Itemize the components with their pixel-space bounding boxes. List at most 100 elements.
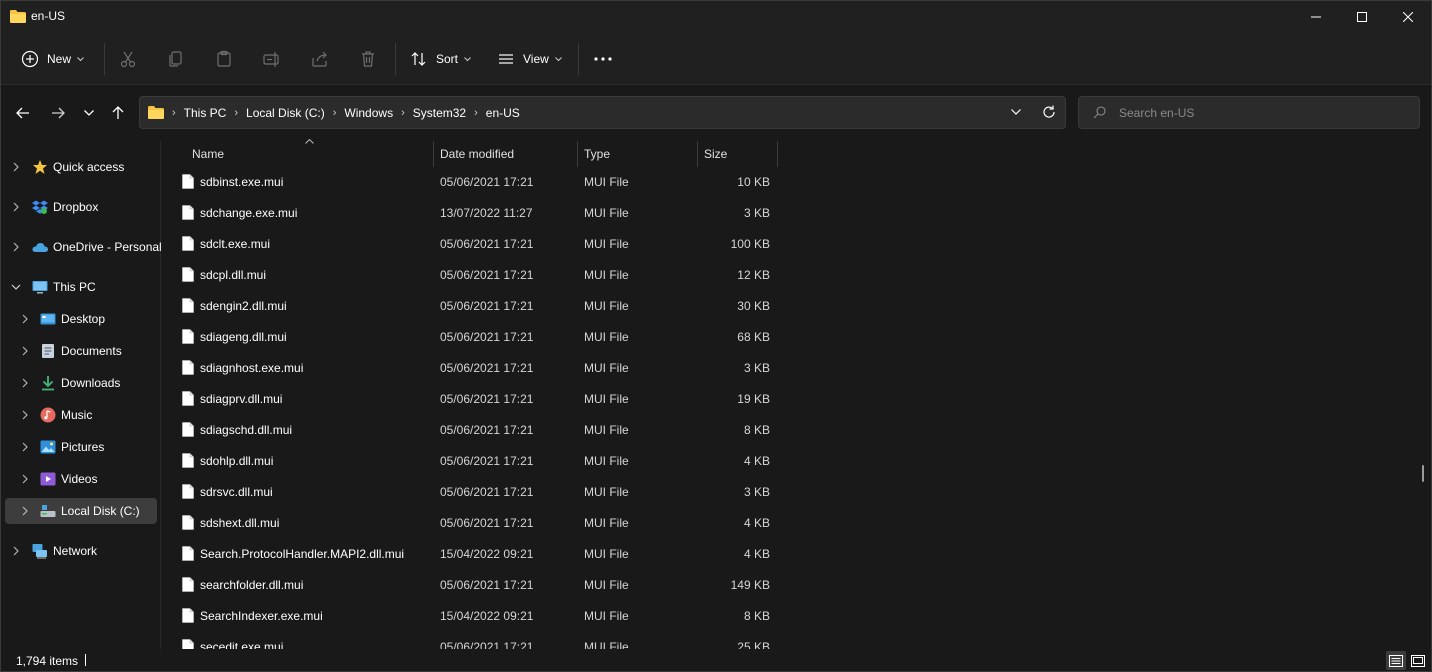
chevron-right-icon[interactable]: › (172, 107, 176, 119)
up-button[interactable] (106, 101, 130, 125)
rename-icon[interactable] (262, 49, 282, 69)
sidebar-item-music[interactable]: Music (5, 402, 157, 428)
crumb-system32[interactable]: System32 (413, 106, 466, 120)
file-size: 30 KB (737, 299, 770, 313)
chevron-right-icon[interactable]: › (234, 107, 238, 119)
sidebar-item-documents[interactable]: Documents (5, 338, 157, 364)
table-row[interactable]: sdiagnhost.exe.mui 05/06/2021 17:21 MUI Fi… (171, 353, 781, 384)
table-row[interactable]: searchfolder.dll.mui 05/06/2021 17:21 MUI … (171, 570, 781, 601)
minimize-button[interactable] (1293, 1, 1339, 33)
search-input[interactable]: Search en-US (1078, 96, 1420, 129)
chevron-down-icon[interactable] (11, 282, 21, 292)
copy-icon[interactable] (166, 49, 186, 69)
file-size: 12 KB (737, 268, 770, 282)
crumb-this-pc[interactable]: This PC (184, 106, 227, 120)
videos-icon (40, 472, 56, 486)
sidebar-item-pictures[interactable]: Pictures (5, 434, 157, 460)
large-icons-view-button[interactable] (1408, 651, 1428, 670)
table-row[interactable]: sdbinst.exe.mui 05/06/2021 17:21 MUI File 1… (171, 167, 781, 198)
table-row[interactable]: sdiageng.dll.mui 05/06/2021 17:21 MUI File… (171, 322, 781, 353)
table-row[interactable]: sdrsvc.dll.mui 05/06/2021 17:21 MUI File 3 … (171, 477, 781, 508)
file-size: 3 KB (743, 485, 770, 499)
cut-icon[interactable] (118, 49, 138, 69)
documents-icon (42, 344, 54, 358)
arrow-right-icon (52, 107, 65, 119)
table-row[interactable]: SearchIndexer.exe.mui 15/04/2022 09:21 MUI… (171, 601, 781, 632)
close-button[interactable] (1385, 1, 1431, 33)
vertical-scrollbar[interactable] (1422, 465, 1424, 482)
title-bar[interactable]: en-US (1, 1, 1431, 33)
chevron-right-icon[interactable]: › (333, 107, 337, 119)
sidebar-item-dropbox[interactable]: Dropbox (5, 194, 157, 220)
crumb-local-disk[interactable]: Local Disk (C:) (246, 106, 325, 120)
chevron-right-icon[interactable] (11, 242, 21, 252)
chevron-right-icon[interactable]: › (474, 107, 478, 119)
table-row[interactable]: sdclt.exe.mui 05/06/2021 17:21 MUI File 100… (171, 229, 781, 260)
chevron-right-icon[interactable] (20, 410, 30, 420)
sidebar-item-local-disk[interactable]: Local Disk (C:) (5, 498, 157, 524)
chevron-right-icon[interactable] (20, 314, 30, 324)
crumb-en-us[interactable]: en-US (486, 106, 520, 120)
column-header-size[interactable]: Size (698, 141, 777, 167)
chevron-right-icon[interactable] (11, 162, 21, 172)
file-type: MUI File (584, 640, 629, 649)
address-dropdown-icon[interactable] (1011, 109, 1021, 115)
file-icon (182, 236, 194, 251)
file-name: sdohlp.dll.mui (200, 454, 274, 468)
new-button[interactable]: New (21, 45, 84, 73)
table-row[interactable]: sdshext.dll.mui 05/06/2021 17:21 MUI File 4… (171, 508, 781, 539)
chevron-right-icon[interactable]: › (401, 107, 405, 119)
column-header-type-label: Type (584, 147, 611, 161)
paste-icon[interactable] (214, 49, 234, 69)
share-icon[interactable] (310, 49, 330, 69)
file-size: 68 KB (737, 330, 770, 344)
sidebar-item-quick-access[interactable]: Quick access (5, 154, 157, 180)
chevron-right-icon[interactable] (11, 546, 21, 556)
item-count: 1,794 items (16, 654, 79, 668)
chevron-right-icon[interactable] (20, 474, 30, 484)
table-row[interactable]: sdiagprv.dll.mui 05/06/2021 17:21 MUI File… (171, 384, 781, 415)
view-button[interactable]: View (497, 45, 562, 73)
sidebar-item-this-pc[interactable]: This PC (5, 274, 157, 300)
file-type: MUI File (584, 578, 629, 592)
sidebar-item-videos[interactable]: Videos (5, 466, 157, 492)
table-row[interactable]: sdohlp.dll.mui 05/06/2021 17:21 MUI File 4 … (171, 446, 781, 477)
sidebar-item-onedrive[interactable]: OneDrive - Personal (5, 234, 162, 260)
file-icon (182, 453, 194, 468)
file-date-modified: 05/06/2021 17:21 (440, 454, 534, 468)
table-row[interactable]: sdengin2.dll.mui 05/06/2021 17:21 MUI File… (171, 291, 781, 322)
table-row[interactable]: sdchange.exe.mui 13/07/2022 11:27 MUI File… (171, 198, 781, 229)
file-name: sdbinst.exe.mui (200, 175, 284, 189)
details-view-button[interactable] (1386, 651, 1406, 670)
sidebar-item-network[interactable]: Network (5, 538, 157, 564)
chevron-right-icon[interactable] (20, 442, 30, 452)
file-name: searchfolder.dll.mui (200, 578, 304, 592)
column-resize-handle[interactable] (777, 141, 778, 167)
refresh-icon[interactable] (1042, 105, 1056, 119)
table-row[interactable]: sdiagschd.dll.mui 05/06/2021 17:21 MUI Fil… (171, 415, 781, 446)
delete-icon[interactable] (358, 49, 378, 69)
forward-button[interactable] (46, 101, 70, 125)
table-row[interactable]: secedit.exe.mui 05/06/2021 17:21 MUI File 2… (171, 632, 781, 649)
recent-locations-button[interactable] (77, 101, 101, 125)
file-name: sdrsvc.dll.mui (200, 485, 273, 499)
crumb-windows[interactable]: Windows (344, 106, 393, 120)
chevron-right-icon[interactable] (20, 346, 30, 356)
sort-button[interactable]: Sort (410, 45, 471, 73)
column-header-type[interactable]: Type (578, 141, 697, 167)
column-header-date[interactable]: Date modified (434, 141, 577, 167)
chevron-right-icon[interactable] (20, 506, 30, 516)
sidebar-item-desktop[interactable]: Desktop (5, 306, 157, 332)
address-bar[interactable]: › This PC › Local Disk (C:) › Windows › … (139, 96, 1066, 129)
more-options-button[interactable] (594, 45, 612, 73)
column-header-name[interactable]: Name (183, 141, 433, 167)
back-button[interactable] (11, 101, 35, 125)
table-row[interactable]: Search.ProtocolHandler.MAPI2.dll.mui 15/0… (171, 539, 781, 570)
chevron-right-icon[interactable] (20, 378, 30, 388)
file-date-modified: 05/06/2021 17:21 (440, 175, 534, 189)
sidebar-item-downloads[interactable]: Downloads (5, 370, 157, 396)
table-row[interactable]: sdcpl.dll.mui 05/06/2021 17:21 MUI File 12 … (171, 260, 781, 291)
maximize-button[interactable] (1339, 1, 1385, 33)
chevron-right-icon[interactable] (11, 202, 21, 212)
sidebar-item-label: Music (61, 408, 93, 422)
